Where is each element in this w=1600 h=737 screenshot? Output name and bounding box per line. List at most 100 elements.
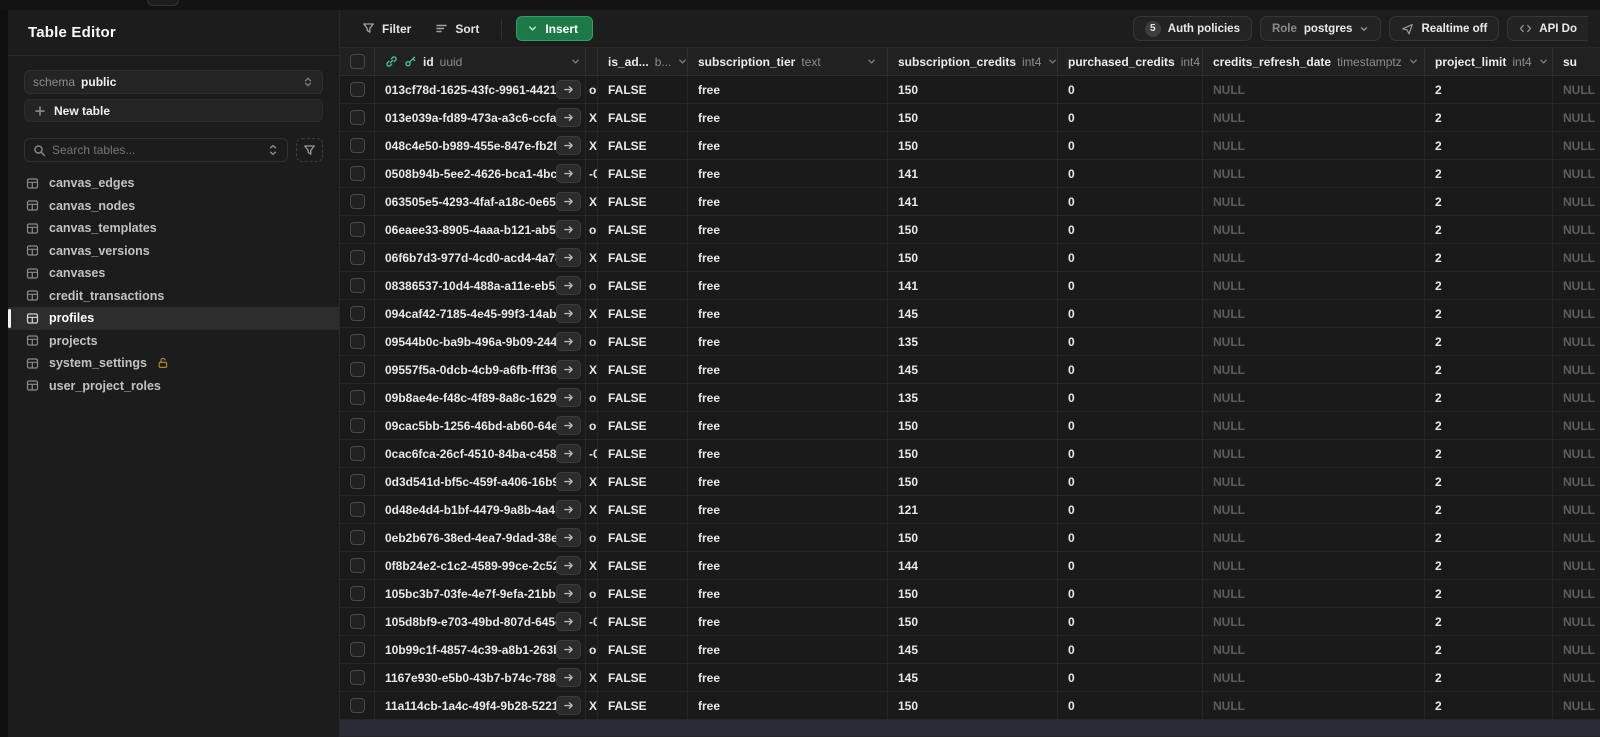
cell-subscription-tier[interactable]: free [688, 244, 888, 271]
chevron-down-icon[interactable] [1047, 56, 1057, 67]
cell-is-admin[interactable]: FALSE [598, 664, 688, 691]
cell-is-admin[interactable]: FALSE [598, 636, 688, 663]
cell-id[interactable]: 063505e5-4293-4faf-a18c-0e65b... [375, 188, 586, 215]
cell-credits-refresh-date[interactable]: NULL [1203, 468, 1425, 495]
cell-id[interactable]: 0eb2b676-38ed-4ea7-9dad-38e6... [375, 524, 586, 551]
cell-id[interactable]: 0d48e4d4-b1bf-4479-9a8b-4a4b... [375, 496, 586, 523]
cell-clipped-su[interactable]: NULL [1553, 664, 1600, 691]
row-checkbox[interactable] [349, 194, 365, 209]
row-checkbox[interactable] [349, 558, 365, 573]
cell-credits-refresh-date[interactable]: NULL [1203, 76, 1425, 103]
cell-credits-refresh-date[interactable]: NULL [1203, 440, 1425, 467]
cell-purchased-credits[interactable]: 0 [1058, 104, 1203, 131]
cell-clipped-su[interactable]: NULL [1553, 384, 1600, 411]
cell-is-admin[interactable]: FALSE [598, 552, 688, 579]
cell-subscription-credits[interactable]: 150 [888, 412, 1058, 439]
cell-subscription-credits[interactable]: 150 [888, 608, 1058, 635]
cell-clipped-su[interactable]: NULL [1553, 636, 1600, 663]
cell-credits-refresh-date[interactable]: NULL [1203, 496, 1425, 523]
sidebar-item-canvas_versions[interactable]: canvas_versions [8, 240, 339, 263]
cell-credits-refresh-date[interactable]: NULL [1203, 244, 1425, 271]
cell-clipped[interactable]: o [586, 412, 598, 439]
row-checkbox[interactable] [349, 138, 365, 153]
cell-subscription-tier[interactable]: free [688, 160, 888, 187]
cell-clipped-su[interactable]: NULL [1553, 300, 1600, 327]
cell-project-limit[interactable]: 2 [1425, 132, 1553, 159]
column-header-credits-refresh-date[interactable]: credits_refresh_date timestamptz [1203, 48, 1425, 75]
cell-is-admin[interactable]: FALSE [598, 272, 688, 299]
cell-is-admin[interactable]: FALSE [598, 104, 688, 131]
cell-credits-refresh-date[interactable]: NULL [1203, 552, 1425, 579]
cell-project-limit[interactable]: 2 [1425, 104, 1553, 131]
cell-project-limit[interactable]: 2 [1425, 76, 1553, 103]
column-header-is-admin[interactable]: is_ad... b... [598, 48, 688, 75]
cell-subscription-credits[interactable]: 150 [888, 104, 1058, 131]
cell-clipped-su[interactable]: NULL [1553, 244, 1600, 271]
cell-subscription-credits[interactable]: 150 [888, 132, 1058, 159]
cell-subscription-credits[interactable]: 150 [888, 216, 1058, 243]
cell-is-admin[interactable]: FALSE [598, 76, 688, 103]
chevron-down-icon[interactable] [1538, 56, 1549, 67]
row-checkbox[interactable] [349, 418, 365, 433]
row-checkbox[interactable] [349, 642, 365, 657]
expand-row-button[interactable] [556, 444, 581, 463]
cell-credits-refresh-date[interactable]: NULL [1203, 692, 1425, 719]
cell-purchased-credits[interactable]: 0 [1058, 636, 1203, 663]
expand-row-button[interactable] [556, 584, 581, 603]
cell-clipped[interactable]: -0 [586, 608, 598, 635]
cell-subscription-credits[interactable]: 150 [888, 76, 1058, 103]
row-checkbox[interactable] [349, 278, 365, 293]
cell-purchased-credits[interactable]: 0 [1058, 132, 1203, 159]
cell-subscription-credits[interactable]: 145 [888, 300, 1058, 327]
cell-credits-refresh-date[interactable]: NULL [1203, 636, 1425, 663]
cell-is-admin[interactable]: FALSE [598, 216, 688, 243]
expand-row-button[interactable] [556, 276, 581, 295]
cell-id[interactable]: 013cf78d-1625-43fc-9961-442189... [375, 76, 586, 103]
cell-project-limit[interactable]: 2 [1425, 272, 1553, 299]
cell-is-admin[interactable]: FALSE [598, 468, 688, 495]
cell-clipped-su[interactable]: NULL [1553, 188, 1600, 215]
cell-credits-refresh-date[interactable]: NULL [1203, 580, 1425, 607]
cell-clipped-su[interactable]: NULL [1553, 496, 1600, 523]
cell-subscription-credits[interactable]: 141 [888, 160, 1058, 187]
cell-project-limit[interactable]: 2 [1425, 216, 1553, 243]
insert-button[interactable]: Insert [516, 16, 594, 41]
column-header-purchased-credits[interactable]: purchased_credits int4 [1058, 48, 1203, 75]
row-checkbox[interactable] [349, 670, 365, 685]
row-checkbox[interactable] [349, 446, 365, 461]
cell-id[interactable]: 0508b94b-5ee2-4626-bca1-4bca... [375, 160, 586, 187]
expand-row-button[interactable] [556, 388, 581, 407]
expand-row-button[interactable] [556, 192, 581, 211]
cell-project-limit[interactable]: 2 [1425, 244, 1553, 271]
cell-credits-refresh-date[interactable]: NULL [1203, 188, 1425, 215]
cell-project-limit[interactable]: 2 [1425, 692, 1553, 719]
cell-project-limit[interactable]: 2 [1425, 188, 1553, 215]
cell-clipped-su[interactable]: NULL [1553, 216, 1600, 243]
cell-subscription-tier[interactable]: free [688, 580, 888, 607]
cell-subscription-tier[interactable]: free [688, 300, 888, 327]
cell-clipped-su[interactable]: NULL [1553, 328, 1600, 355]
cell-clipped[interactable]: o [586, 272, 598, 299]
sidebar-item-user_project_roles[interactable]: user_project_roles [8, 375, 339, 398]
cell-project-limit[interactable]: 2 [1425, 356, 1553, 383]
cell-clipped-su[interactable]: NULL [1553, 160, 1600, 187]
cell-project-limit[interactable]: 2 [1425, 664, 1553, 691]
expand-row-button[interactable] [556, 500, 581, 519]
cell-purchased-credits[interactable]: 0 [1058, 496, 1203, 523]
cell-subscription-tier[interactable]: free [688, 496, 888, 523]
row-checkbox[interactable] [349, 586, 365, 601]
sidebar-item-canvas_edges[interactable]: canvas_edges [8, 172, 339, 195]
expand-row-button[interactable] [556, 556, 581, 575]
expand-row-button[interactable] [556, 164, 581, 183]
expand-row-button[interactable] [556, 332, 581, 351]
cell-clipped[interactable]: -0 [586, 160, 598, 187]
cell-clipped[interactable]: X [586, 188, 598, 215]
row-checkbox[interactable] [349, 222, 365, 237]
row-checkbox[interactable] [349, 306, 365, 321]
cell-credits-refresh-date[interactable]: NULL [1203, 160, 1425, 187]
cell-is-admin[interactable]: FALSE [598, 524, 688, 551]
cell-project-limit[interactable]: 2 [1425, 496, 1553, 523]
column-header-subscription-tier[interactable]: subscription_tier text [688, 48, 888, 75]
filter-button[interactable]: Filter [354, 18, 419, 40]
cell-purchased-credits[interactable]: 0 [1058, 692, 1203, 719]
